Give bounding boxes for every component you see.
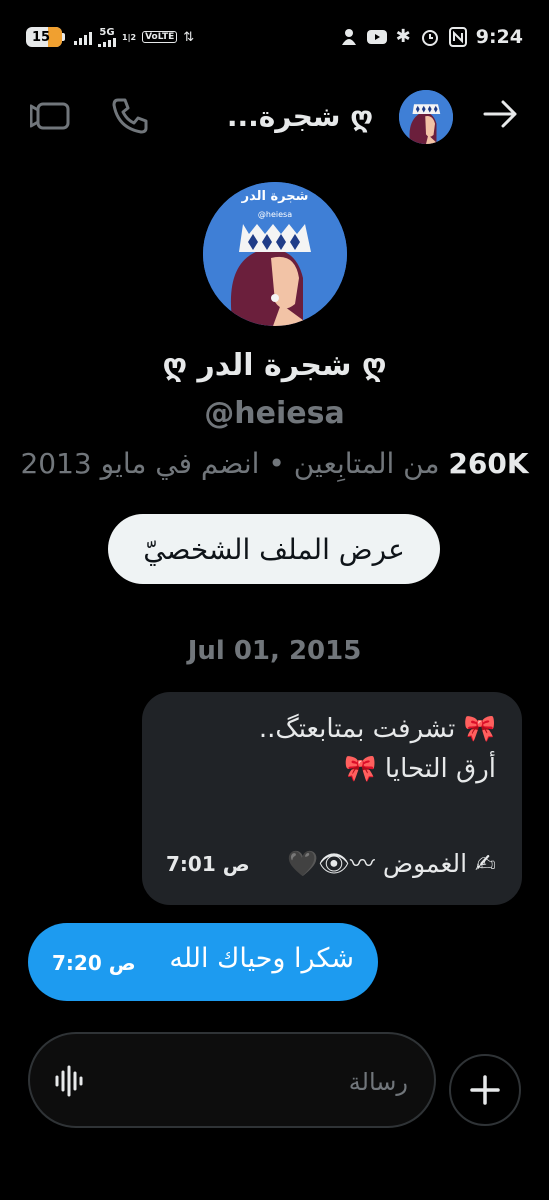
network-indicator: 5G <box>98 26 116 47</box>
stats-separator: • <box>268 447 285 480</box>
audio-waveform-icon <box>55 1065 83 1097</box>
arrow-right-icon <box>483 100 517 128</box>
profile-stats: 260K من المتابِعين • انضم في مايو 2013 <box>0 447 549 480</box>
data-arrows-icon: ⇅ <box>183 29 195 45</box>
message-timestamp: 7:01 ص <box>166 852 250 876</box>
joined-date: انضم في مايو 2013 <box>20 447 260 480</box>
view-profile-button[interactable]: عرض الملف الشخصيّ <box>108 514 440 584</box>
status-bar: 15 5G 1|2 VoLTE ⇅ ✱ 9:24 <box>0 0 549 74</box>
message-text-line: 🎀 تشرفت بمتابعتگ.. <box>258 714 496 744</box>
message-text-line: أرق التحايا 🎀 <box>344 754 496 784</box>
clock: 9:24 <box>475 26 523 48</box>
phone-icon <box>112 98 148 134</box>
nfc-icon <box>448 27 467 47</box>
video-icon <box>29 102 70 130</box>
status-left: 15 5G 1|2 VoLTE ⇅ <box>26 25 194 49</box>
message-bubble-sent[interactable]: شكرا وحياك الله 7:20 ص <box>28 923 378 1001</box>
followers-count: 260K <box>448 447 529 480</box>
plus-icon <box>470 1075 500 1105</box>
conversation-title[interactable]: ღ شجرة... <box>227 100 373 133</box>
profile-handle: @heiesa <box>204 396 345 431</box>
profile-name: ღ شجرة الدر ღ <box>162 348 387 383</box>
avatar-banner-text: شجرة الدر <box>241 189 309 204</box>
alarm-icon <box>421 30 438 46</box>
header-avatar[interactable] <box>399 90 453 144</box>
followers-label: من المتابِعين <box>293 447 440 480</box>
network-type: 5G <box>99 26 115 38</box>
date-separator: Jul 01, 2015 <box>187 636 362 666</box>
bluetooth-icon: ✱ <box>395 26 411 47</box>
avatar-handle-text: @heiesa <box>258 210 292 219</box>
message-text: شكرا وحياك الله <box>169 943 354 974</box>
message-input[interactable] <box>108 1062 408 1102</box>
avatar-image <box>399 90 453 144</box>
video-call-button[interactable] <box>29 100 70 136</box>
conversation-header: ღ شجرة... <box>0 80 549 152</box>
notification-icon <box>341 29 356 45</box>
message-composer[interactable] <box>28 1032 436 1128</box>
message-signature: ✍ الغموض 〰👁🖤 <box>287 849 496 878</box>
signal-icon <box>98 37 116 47</box>
message-timestamp: 7:20 ص <box>52 951 136 975</box>
back-button[interactable] <box>483 98 519 134</box>
signal-icon <box>74 29 92 45</box>
add-attachment-button[interactable] <box>449 1054 521 1126</box>
battery-level: 15 <box>32 29 51 45</box>
battery-icon: 15 <box>26 27 65 47</box>
voice-call-button[interactable] <box>110 96 150 140</box>
sim-label: 1|2 <box>122 32 137 42</box>
message-bubble-received[interactable]: 🎀 تشرفت بمتابعتگ.. أرق التحايا 🎀 ✍ الغمو… <box>142 692 522 905</box>
voice-message-button[interactable] <box>54 1064 84 1102</box>
volte-badge: VoLTE <box>142 31 178 43</box>
youtube-icon <box>366 30 387 44</box>
avatar-image: شجرة الدر @heiesa <box>203 182 347 326</box>
profile-avatar[interactable]: شجرة الدر @heiesa <box>203 182 347 326</box>
status-right: ✱ 9:24 <box>340 24 523 50</box>
